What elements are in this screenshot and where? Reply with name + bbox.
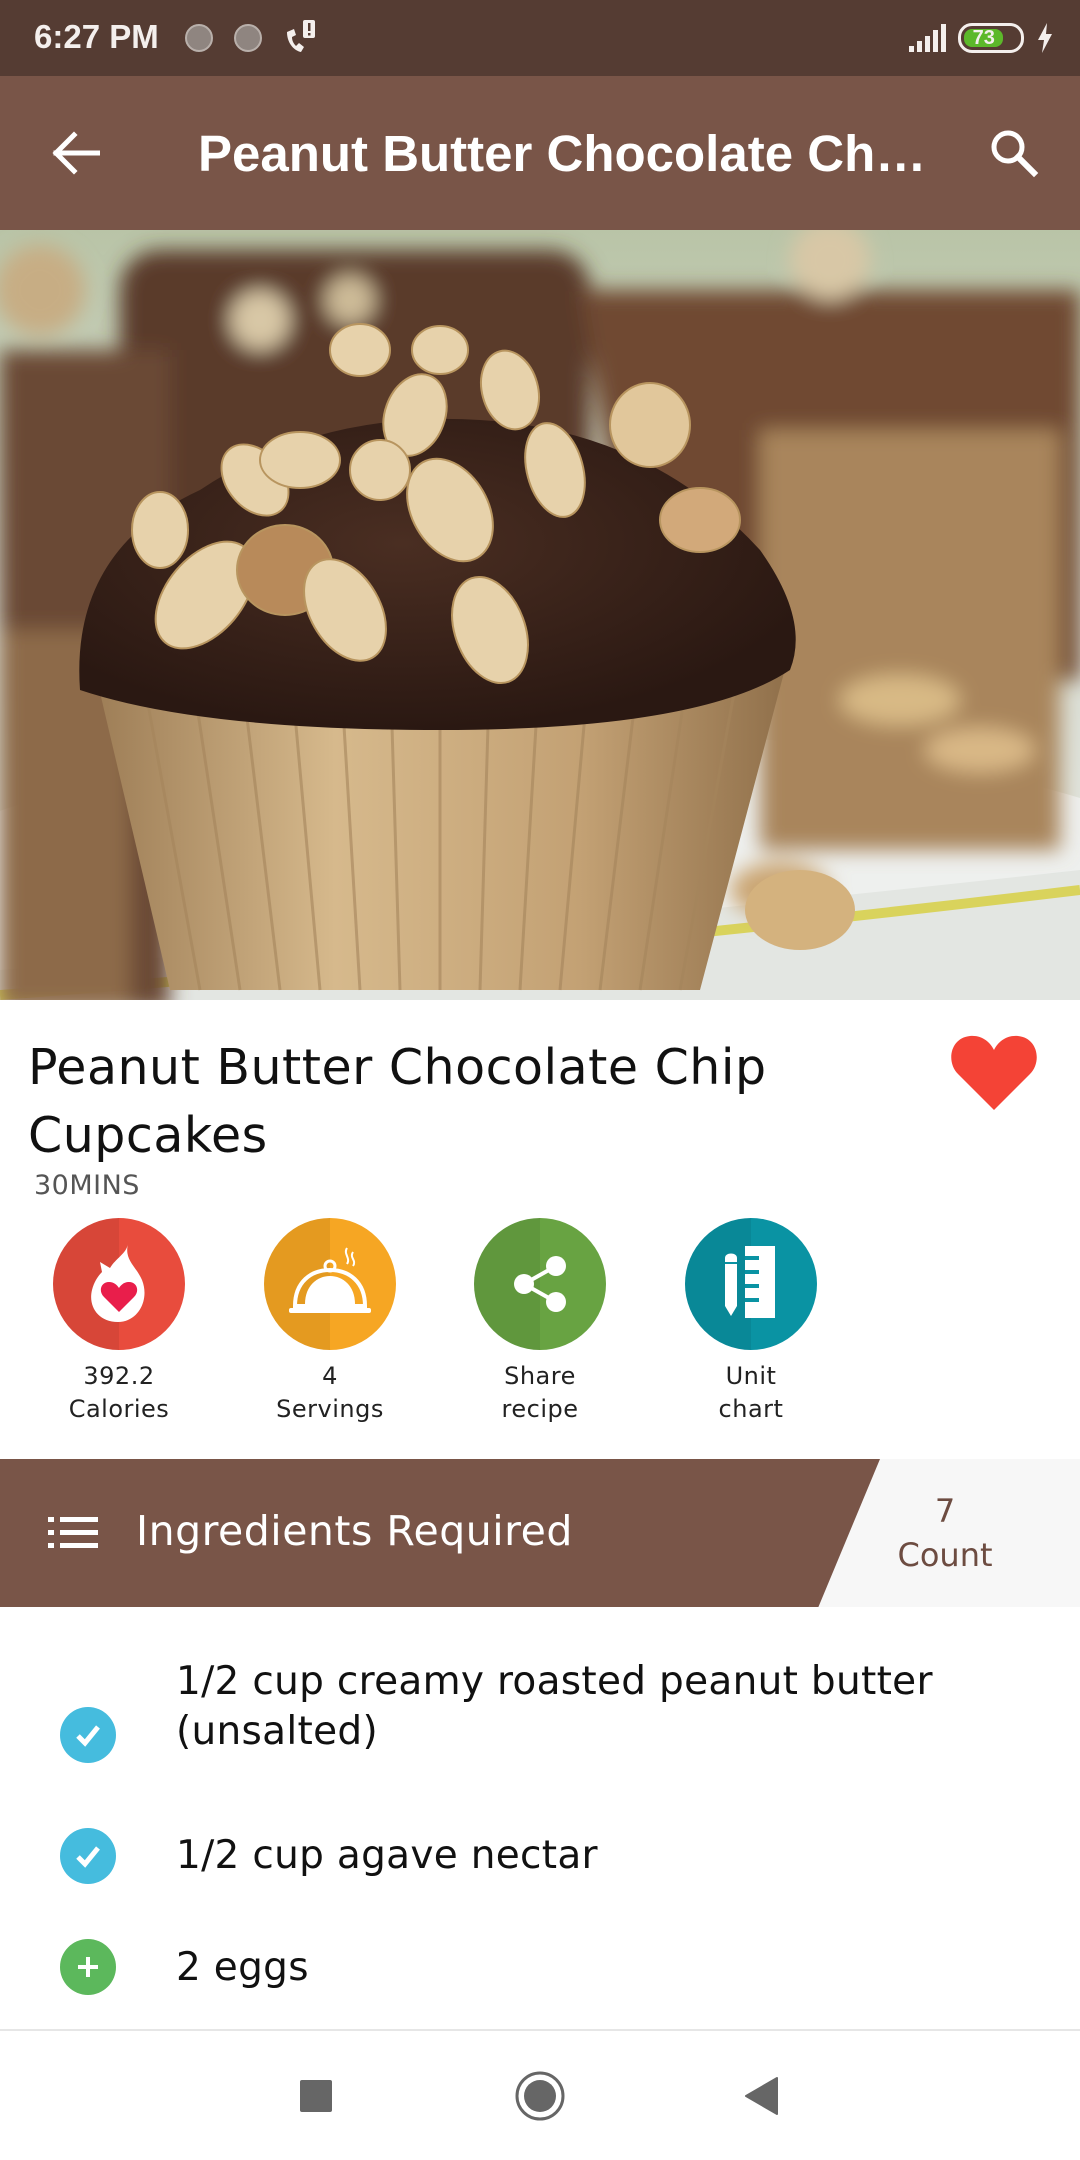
sync-icon xyxy=(185,24,213,52)
servings-badge xyxy=(264,1218,396,1350)
favorite-button[interactable] xyxy=(948,1030,1040,1114)
stat-label: 4 Servings xyxy=(276,1360,384,1426)
ingredients-title: Ingredients Required xyxy=(136,1507,573,1555)
ingredient-text: 2 eggs xyxy=(176,1945,309,1990)
unit-chart-label-line2: chart xyxy=(718,1395,784,1423)
calories-badge xyxy=(53,1218,185,1350)
back-button[interactable] xyxy=(46,123,106,183)
heart-icon xyxy=(951,1035,1037,1110)
calories-flame-heart-icon xyxy=(91,1244,145,1322)
sync-icon xyxy=(234,24,262,52)
recents-button[interactable] xyxy=(271,2051,361,2141)
system-nav-bar xyxy=(0,2029,1080,2160)
search-button[interactable] xyxy=(982,121,1046,185)
ingredient-text: 1/2 cup creamy roasted peanut butter (un… xyxy=(176,1659,933,1754)
ingredient-text: 1/2 cup agave nectar xyxy=(176,1833,598,1878)
app-bar-title: Peanut Butter Chocolate Chip Cupcakes xyxy=(198,125,938,182)
list-icon xyxy=(48,1517,98,1548)
stat-label: Share recipe xyxy=(502,1360,579,1426)
servings-value: 4 xyxy=(322,1362,338,1390)
unit-chart-button[interactable]: Unit chart xyxy=(651,1218,851,1426)
cupcake-photo xyxy=(0,230,1080,1000)
checked-icon[interactable] xyxy=(60,1707,116,1763)
servings-label: Servings xyxy=(276,1395,384,1423)
recipe-stats: 392.2 Calories 4 Servings Share recipe U… xyxy=(0,1218,1080,1428)
recents-square-icon xyxy=(300,2080,332,2112)
battery-level: 73 xyxy=(964,27,1004,49)
charging-icon xyxy=(1038,23,1052,53)
ingredients-count-label: Count xyxy=(897,1536,993,1574)
search-icon xyxy=(991,130,1039,178)
share-recipe-button[interactable]: Share recipe xyxy=(440,1218,640,1426)
home-button[interactable] xyxy=(495,2051,585,2141)
add-icon[interactable] xyxy=(60,1939,116,1995)
serving-cloche-icon xyxy=(289,1247,371,1313)
share-icon xyxy=(514,1256,566,1312)
share-label-line2: recipe xyxy=(501,1395,579,1423)
home-circle-icon xyxy=(515,2071,565,2121)
stat-label: Unit chart xyxy=(719,1360,784,1426)
unit-chart-label-line1: Unit xyxy=(725,1362,777,1390)
ingredients-count-value: 7 xyxy=(934,1492,956,1530)
calories-label: Calories xyxy=(68,1395,170,1423)
recipe-title: Peanut Butter Chocolate Chip Cupcakes xyxy=(28,1039,767,1164)
share-badge[interactable] xyxy=(474,1218,606,1350)
back-triangle-icon xyxy=(745,2077,778,2115)
arrow-left-icon xyxy=(52,131,100,175)
stat-servings: 4 Servings xyxy=(230,1218,430,1426)
share-label-line1: Share xyxy=(504,1362,576,1390)
battery-icon: 73 xyxy=(958,23,1024,53)
app-bar: Peanut Butter Chocolate Chip Cupcakes xyxy=(0,76,1080,230)
status-time: 6:27 PM xyxy=(34,18,159,55)
recipe-hero-image xyxy=(0,230,1080,1000)
checked-icon[interactable] xyxy=(60,1828,116,1884)
cook-duration: 30MINS xyxy=(34,1170,140,1201)
pencil-ruler-icon xyxy=(725,1246,775,1318)
signal-icon xyxy=(909,24,946,52)
missed-call-icon xyxy=(287,20,315,52)
unit-chart-badge[interactable] xyxy=(685,1218,817,1350)
ingredients-count: 7 Count xyxy=(880,1489,1010,1577)
status-bar: 6:27 PM 73 xyxy=(0,0,1080,76)
calories-value: 392.2 xyxy=(83,1362,155,1390)
stat-label: 392.2 Calories xyxy=(69,1360,170,1426)
ingredients-header: Ingredients Required 7 Count xyxy=(0,1459,1080,1607)
stat-calories: 392.2 Calories xyxy=(19,1218,219,1426)
status-indicators: 73 xyxy=(909,20,1054,56)
back-nav-button[interactable] xyxy=(716,2051,806,2141)
